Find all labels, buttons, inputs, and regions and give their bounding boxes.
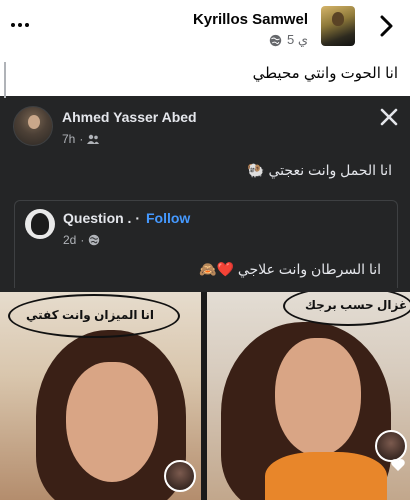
sweater-shape (265, 452, 387, 500)
globe-icon (89, 234, 100, 246)
shared-post-meta: 7h · (62, 132, 100, 146)
quoted-post-card[interactable]: Question . · Follow 2d · انا السرطان وان… (14, 200, 398, 288)
photo-left[interactable]: انا الميزان وانت كفتي (0, 292, 201, 500)
photo-left-label: انا الميزان وانت كفتي (26, 308, 154, 322)
shared-author-avatar[interactable] (13, 106, 53, 146)
quoted-post-text: انا السرطان وانت علاجي ❤️🙈 (199, 261, 381, 278)
follow-button[interactable]: Follow (146, 210, 190, 226)
left-indicator-line (4, 62, 6, 98)
shared-post-time[interactable]: 7h (62, 132, 75, 146)
photo-grid: انا الميزان وانت كفتي غزال حسب برجك (0, 292, 410, 500)
post-meta: 5 ي (269, 32, 308, 48)
watermark-avatar (164, 460, 196, 492)
name-separator: · (135, 210, 141, 226)
shared-post-card[interactable]: Ahmed Yasser Abed 7h · انا الحمل وانت نع… (0, 96, 410, 500)
shared-post-header: Ahmed Yasser Abed 7h · (0, 96, 410, 158)
shared-text-body: انا الحمل وانت نعجتي (268, 162, 392, 178)
friends-icon (87, 134, 100, 144)
photo-right-label: غزال حسب برجك (305, 298, 408, 312)
meta-dot: · (79, 132, 84, 146)
more-options-icon[interactable] (6, 16, 34, 34)
heart-monkey-emoji: ❤️🙈 (199, 261, 234, 277)
globe-icon (269, 34, 282, 46)
ram-emoji: 🐏 (247, 162, 265, 178)
face-shape (66, 362, 158, 482)
face-shape (275, 338, 361, 456)
shared-author-name[interactable]: Ahmed Yasser Abed (62, 109, 197, 125)
quoted-post-time[interactable]: 2d (63, 233, 76, 247)
close-icon[interactable] (378, 106, 400, 128)
post-time[interactable]: 5 ي (287, 32, 308, 48)
shared-post-text: انا الحمل وانت نعجتي 🐏 (247, 162, 392, 179)
author-avatar[interactable] (321, 6, 355, 46)
quoted-text-body: انا السرطان وانت علاجي (237, 261, 381, 277)
photo-right[interactable]: غزال حسب برجك (207, 292, 410, 500)
quoted-author-avatar[interactable] (25, 209, 55, 239)
back-icon[interactable] (376, 13, 396, 39)
meta-dot: · (80, 233, 85, 247)
heart-icon[interactable] (390, 458, 406, 472)
post-author-name[interactable]: Kyrillos Samwel (193, 11, 308, 28)
quoted-post-meta: 2d · (63, 233, 100, 247)
quoted-author-name[interactable]: Question . · (63, 210, 140, 226)
post-caption: انا الحوت وانتي محيطي (252, 65, 398, 82)
post-header: Kyrillos Samwel 5 ي (0, 0, 410, 58)
